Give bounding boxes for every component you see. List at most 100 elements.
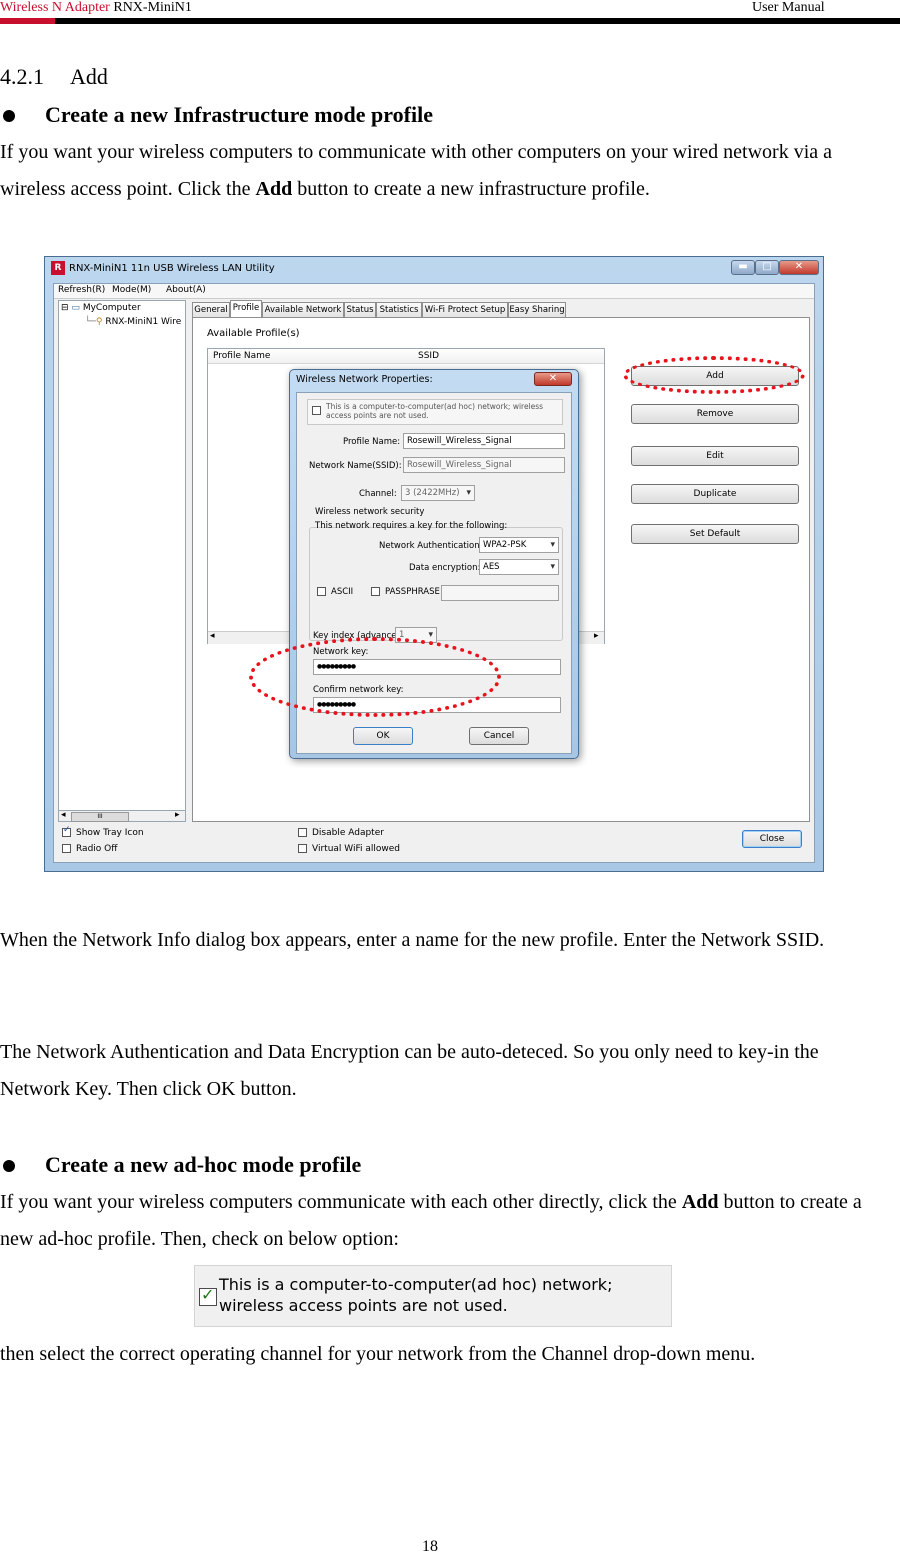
checkbox-icon[interactable] xyxy=(317,587,326,596)
checkbox-checked-icon[interactable] xyxy=(62,825,71,837)
adhoc-option-text: This is a computer-to-computer(ad hoc) n… xyxy=(219,1275,613,1315)
show-tray-icon-checkbox[interactable]: Show Tray Icon xyxy=(62,825,144,838)
maximize-button[interactable]: □ xyxy=(755,260,779,275)
remove-button[interactable]: Remove xyxy=(631,404,799,424)
adapter-icon: ⚲ xyxy=(95,317,103,327)
minimize-button[interactable]: ▬ xyxy=(731,260,755,275)
utility-window-screenshot: R RNX-MiniN1 11n USB Wireless LAN Utility… xyxy=(44,256,824,872)
menu-refresh[interactable]: Refresh(R) xyxy=(58,285,105,295)
adhoc-option-snippet: This is a computer-to-computer(ad hoc) n… xyxy=(194,1265,672,1327)
checkbox-icon[interactable] xyxy=(62,844,71,853)
channel-select[interactable]: 3 (2422MHz) xyxy=(401,485,475,501)
tree-label: RNX-MiniN1 Wire xyxy=(105,317,182,327)
ok-button[interactable]: OK xyxy=(353,727,413,745)
add-highlight-oval xyxy=(623,356,805,394)
checkbox-label: Disable Adapter xyxy=(312,828,384,838)
network-auth-label: Network Authentication: xyxy=(379,541,483,551)
device-tree: ⊟ ▭ MyComputer └─⚲ RNX-MiniN1 Wire xyxy=(58,300,186,822)
scroll-thumb[interactable]: III xyxy=(71,812,129,822)
checkbox-icon[interactable] xyxy=(298,828,307,837)
tab-statistics[interactable]: Statistics xyxy=(376,302,422,317)
app-icon: R xyxy=(51,261,65,275)
profile-name-label: Profile Name: xyxy=(343,437,401,447)
adhoc-option-box: This is a computer-to-computer(ad hoc) n… xyxy=(307,399,563,425)
network-info-paragraph: When the Network Info dialog box appears… xyxy=(0,929,825,951)
scroll-left-arrow-icon[interactable]: ◂ xyxy=(210,631,215,641)
channel-label: Channel: xyxy=(359,489,397,499)
checkbox-label: Virtual WiFi allowed xyxy=(312,844,400,854)
ssid-label: Network Name(SSID): xyxy=(309,461,402,471)
profile-name-input[interactable]: Rosewill_Wireless_Signal xyxy=(403,433,565,449)
edit-button[interactable]: Edit xyxy=(631,446,799,466)
running-header-product: Wireless N Adapter RNX-MiniN1 xyxy=(0,0,192,16)
adhoc-paragraph: If you want your wireless computers comm… xyxy=(0,1184,880,1258)
duplicate-button[interactable]: Duplicate xyxy=(631,484,799,504)
scroll-right-arrow-icon[interactable]: ▸ xyxy=(594,631,599,641)
ascii-checkbox[interactable]: ASCII xyxy=(317,587,353,597)
window-close-button[interactable]: ✕ xyxy=(779,260,819,275)
channel-paragraph: then select the correct operating channe… xyxy=(0,1343,756,1365)
tree-label: MyComputer xyxy=(82,303,141,313)
data-encryption-select[interactable]: AES xyxy=(479,559,559,575)
radio-off-checkbox[interactable]: Radio Off xyxy=(62,844,117,854)
tab-general[interactable]: General xyxy=(192,302,230,317)
infrastructure-paragraph: If you want your wireless computers to c… xyxy=(0,134,880,208)
bullet-dot xyxy=(3,1160,15,1172)
checkbox-label: ASCII xyxy=(331,587,354,597)
window-title: RNX-MiniN1 11n USB Wireless LAN Utility xyxy=(69,263,275,274)
data-encryption-label: Data encryption: xyxy=(409,563,481,573)
adhoc-checked-checkbox[interactable] xyxy=(199,1285,217,1306)
window-title-bar: R RNX-MiniN1 11n USB Wireless LAN Utility xyxy=(51,261,275,277)
tab-available-network[interactable]: Available Network xyxy=(262,302,344,317)
menu-mode[interactable]: Mode(M) xyxy=(112,285,151,295)
header-rule xyxy=(0,18,900,24)
adhoc-option-label: This is a computer-to-computer(ad hoc) n… xyxy=(326,402,544,420)
tab-wifi-protect-setup[interactable]: Wi-Fi Protect Setup xyxy=(422,302,508,317)
network-key-highlight-oval xyxy=(249,637,501,717)
para-text: If you want your wireless computers comm… xyxy=(0,1191,682,1213)
adhoc-checkbox[interactable] xyxy=(312,406,321,415)
profile-list-header: Profile Name SSID xyxy=(208,349,604,364)
virtual-wifi-checkbox[interactable]: Virtual WiFi allowed xyxy=(298,844,400,854)
close-button[interactable]: Close xyxy=(742,830,802,848)
dialog-close-button[interactable]: ✕ xyxy=(534,372,572,386)
model-name: RNX-MiniN1 xyxy=(113,0,192,15)
disable-adapter-checkbox[interactable]: Disable Adapter xyxy=(298,828,384,838)
section-number: 4.2.1 xyxy=(0,64,44,89)
cancel-button[interactable]: Cancel xyxy=(469,727,529,745)
tree-item-mycomputer[interactable]: ⊟ ▭ MyComputer xyxy=(61,303,141,313)
tab-status[interactable]: Status xyxy=(344,302,376,317)
page-number: 18 xyxy=(422,1538,438,1555)
tree-item-adapter[interactable]: └─⚲ RNX-MiniN1 Wire xyxy=(85,317,181,327)
passphrase-checkbox[interactable]: PASSPHRASE xyxy=(371,587,440,597)
checkbox-icon[interactable] xyxy=(371,587,380,596)
menu-about[interactable]: About(A) xyxy=(166,285,206,295)
checkbox-label: PASSPHRASE xyxy=(385,587,440,597)
collapse-icon[interactable]: ⊟ xyxy=(61,303,69,313)
checkbox-label: Show Tray Icon xyxy=(76,828,144,838)
ssid-input[interactable]: Rosewill_Wireless_Signal xyxy=(403,457,565,473)
tree-horizontal-scrollbar[interactable]: ◂ III ▸ xyxy=(58,810,186,822)
bullet-dot xyxy=(3,110,15,122)
set-default-button[interactable]: Set Default xyxy=(631,524,799,544)
column-profile-name[interactable]: Profile Name xyxy=(213,351,270,361)
menu-bar: Refresh(R) Mode(M) About(A) xyxy=(54,284,814,299)
auto-detect-paragraph: The Network Authentication and Data Encr… xyxy=(0,1041,819,1100)
scroll-right-arrow-icon[interactable]: ▸ xyxy=(175,810,180,820)
security-group-title: Wireless network security xyxy=(315,507,425,517)
column-ssid[interactable]: SSID xyxy=(418,351,439,361)
network-auth-select[interactable]: WPA2-PSK xyxy=(479,537,559,553)
checkbox-icon[interactable] xyxy=(298,844,307,853)
dialog-title: Wireless Network Properties: xyxy=(296,374,433,385)
passphrase-input[interactable] xyxy=(441,585,559,601)
security-description: This network requires a key for the foll… xyxy=(315,521,508,531)
tree-connector-icon: └─ xyxy=(85,317,96,327)
scroll-left-arrow-icon[interactable]: ◂ xyxy=(61,810,66,820)
tab-easy-sharing[interactable]: Easy Sharing xyxy=(508,302,566,317)
infrastructure-heading: Create a new Infrastructure mode profile xyxy=(45,102,433,127)
computer-icon: ▭ xyxy=(71,303,80,313)
add-keyword: Add xyxy=(255,178,293,200)
add-keyword: Add xyxy=(681,1191,719,1213)
tab-profile[interactable]: Profile xyxy=(230,300,262,317)
section-heading: 4.2.1 Add xyxy=(0,64,108,90)
